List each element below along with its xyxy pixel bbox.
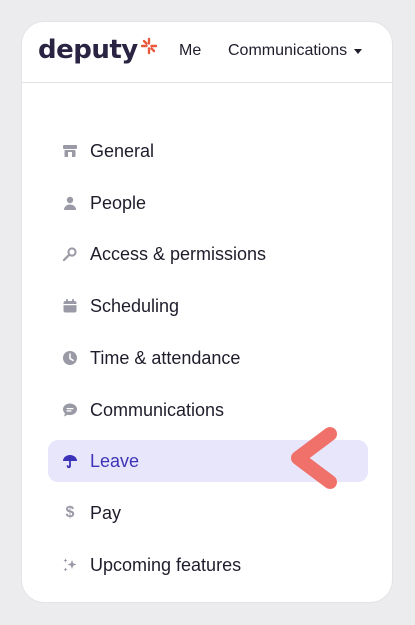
sidebar-item-label: Communications xyxy=(90,399,225,420)
chevron-left-pointer-icon xyxy=(291,427,337,489)
top-bar: deputy Me Communications xyxy=(22,22,392,83)
umbrella-icon xyxy=(60,451,80,471)
sidebar-item-label: Access & permissions xyxy=(90,243,267,264)
sidebar-item-label: Scheduling xyxy=(90,295,180,316)
sidebar-item-people[interactable]: People xyxy=(48,182,368,224)
key-icon xyxy=(60,244,80,264)
nav-communications-dropdown[interactable]: Communications xyxy=(228,42,363,60)
logo-star-icon xyxy=(140,37,157,55)
clock-icon xyxy=(60,348,80,368)
sidebar-item-upcoming-features[interactable]: Upcoming features xyxy=(48,544,368,586)
person-icon xyxy=(60,193,80,213)
calendar-icon xyxy=(60,296,80,316)
sidebar-item-label: General xyxy=(90,140,155,161)
nav-communications-label: Communications xyxy=(228,42,348,59)
sidebar-item-label: Upcoming features xyxy=(90,554,242,575)
dollar-icon: $ xyxy=(65,504,75,521)
sidebar-item-label: Leave xyxy=(90,450,140,471)
nav-me-link[interactable]: Me xyxy=(179,42,201,60)
logo-wordmark: deputy xyxy=(38,35,138,65)
sidebar-item-label: People xyxy=(90,192,147,213)
deputy-logo[interactable]: deputy xyxy=(38,32,158,68)
chat-icon xyxy=(60,400,80,420)
sidebar-item-general[interactable]: General xyxy=(48,130,368,172)
caret-down-icon xyxy=(354,48,363,54)
sidebar-item-time-attendance[interactable]: Time & attendance xyxy=(48,337,368,379)
sidebar-item-scheduling[interactable]: Scheduling xyxy=(48,285,368,327)
sidebar-item-access-permissions[interactable]: Access & permissions xyxy=(48,233,368,275)
sidebar-item-label: Time & attendance xyxy=(90,347,241,368)
sparkle-icon xyxy=(60,555,80,575)
sidebar-item-label: Pay xyxy=(90,502,122,523)
store-icon xyxy=(60,141,80,161)
